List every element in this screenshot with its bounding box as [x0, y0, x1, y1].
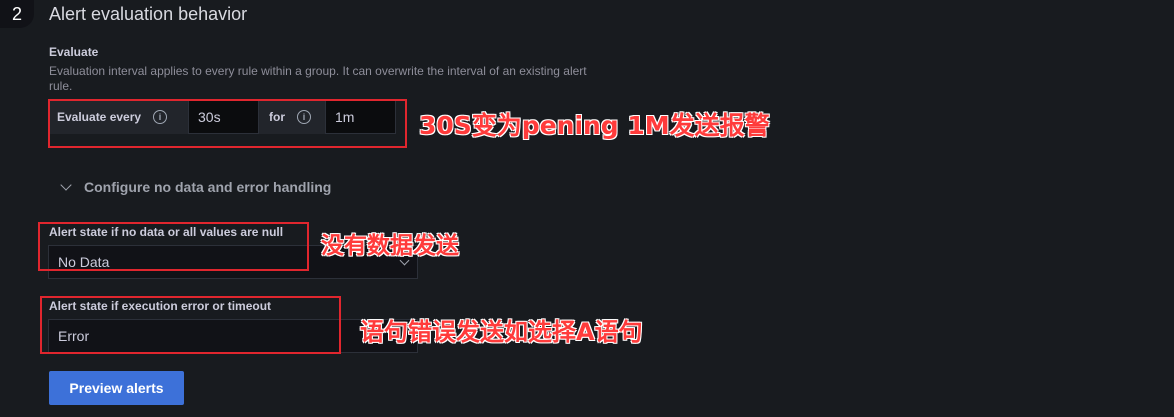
annotation-box-exec-error	[40, 296, 341, 354]
evaluate-description: Evaluation interval applies to every rul…	[49, 64, 587, 93]
annotation-evaluate-note: 30S变为pening 1M发送报警	[419, 111, 770, 140]
evaluate-label: Evaluate	[49, 45, 99, 59]
step-number-badge: 2	[0, 0, 34, 28]
annotation-box-evaluate	[48, 99, 407, 148]
annotation-box-no-data	[38, 222, 309, 271]
preview-alerts-button[interactable]: Preview alerts	[49, 371, 184, 405]
section-title: Alert evaluation behavior	[49, 4, 248, 24]
annotation-error-note: 语句错误发送如选择A语句	[360, 318, 643, 346]
toggle-label: Configure no data and error handling	[84, 179, 332, 195]
no-data-error-handling-toggle[interactable]: Configure no data and error handling	[60, 179, 331, 195]
annotation-no-data-note: 没有数据发送	[321, 233, 459, 259]
chevron-down-icon	[60, 179, 72, 191]
